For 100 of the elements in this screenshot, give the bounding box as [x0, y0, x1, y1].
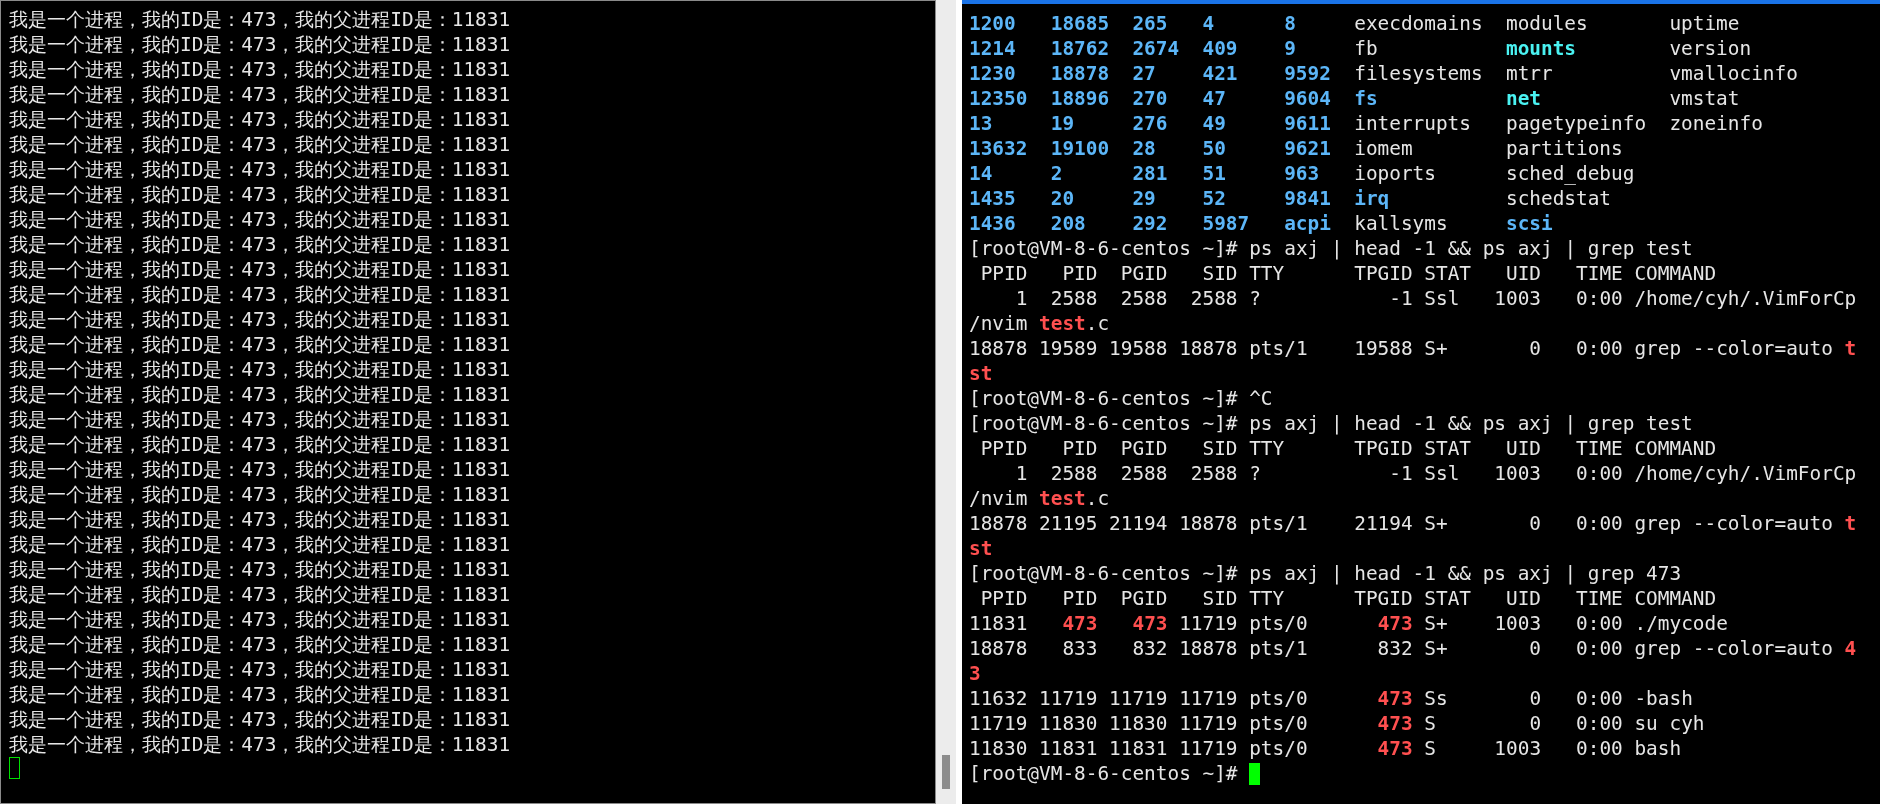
terminal-line: [root@VM-8-6-centos ~]# ps axj | head -1 && ps axj | grep 473 — [969, 561, 1683, 586]
output-line: 我是一个进程，我的ID是：473，我的父进程ID是：11831 — [9, 432, 512, 457]
terminal-line: PPID PID PGID SID TTY TPGID STAT UID TIME COMMAND — [979, 586, 1718, 611]
directory-name: 47 — [1202, 86, 1226, 111]
output-line: 我是一个进程，我的ID是：473，我的父进程ID是：11831 — [9, 482, 512, 507]
scrollbar-thumb[interactable] — [942, 755, 950, 789]
file-name: sched_debug — [1505, 161, 1635, 186]
file-name: pagetypeinfo — [1505, 111, 1647, 136]
file-name: partitions — [1505, 136, 1623, 161]
output-line: 我是一个进程，我的ID是：473，我的父进程ID是：11831 — [9, 207, 512, 232]
file-name: fb — [1354, 36, 1378, 61]
directory-name: 265 — [1132, 11, 1168, 36]
directory-name: irq — [1354, 186, 1390, 211]
directory-name: 19 — [1050, 111, 1075, 136]
file-name: interrupts — [1354, 111, 1471, 136]
symlink-name: net — [1505, 86, 1541, 111]
directory-name: fs — [1354, 86, 1378, 111]
output-line: 我是一个进程，我的ID是：473，我的父进程ID是：11831 — [9, 457, 512, 482]
directory-name: 27 — [1132, 61, 1156, 86]
directory-name: 1435 — [969, 186, 1016, 211]
output-line: 我是一个进程，我的ID是：473，我的父进程ID是：11831 — [9, 707, 512, 732]
output-line: 我是一个进程，我的ID是：473，我的父进程ID是：11831 — [9, 557, 512, 582]
terminal-line: PPID PID PGID SID TTY TPGID STAT UID TIME COMMAND — [979, 436, 1718, 461]
directory-name: 52 — [1202, 186, 1226, 211]
terminal-line: st — [969, 536, 994, 561]
shell-prompt: [root@VM-8-6-centos ~]# — [969, 761, 1239, 786]
directory-name: 28 — [1132, 136, 1156, 161]
directory-name: 13632 — [969, 136, 1028, 161]
terminal-line: PPID PID PGID SID TTY TPGID STAT UID TIME COMMAND — [979, 261, 1718, 286]
directory-name: 9621 — [1284, 136, 1331, 161]
directory-name: 13 — [969, 111, 993, 136]
output-line: 我是一个进程，我的ID是：473，我的父进程ID是：11831 — [9, 332, 512, 357]
directory-name: 8 — [1284, 11, 1296, 36]
directory-name: 409 — [1202, 36, 1238, 61]
scrollbar[interactable] — [936, 0, 956, 804]
directory-name: 12350 — [969, 86, 1028, 111]
terminal-line: 11632 11719 11719 11719 pts/0 473 Ss 0 0:00 -bash — [969, 686, 1694, 711]
directory-name: 1230 — [969, 61, 1016, 86]
directory-name: 292 — [1132, 211, 1168, 236]
directory-name: 963 — [1284, 161, 1320, 186]
output-line: 我是一个进程，我的ID是：473，我的父进程ID是：11831 — [9, 32, 512, 57]
file-name: modules — [1505, 11, 1588, 36]
terminal-line: /nvim test.c — [969, 311, 1111, 336]
directory-name: 208 — [1050, 211, 1086, 236]
file-name: schedstat — [1505, 186, 1612, 211]
file-name: mtrr — [1505, 61, 1553, 86]
output-line: 我是一个进程，我的ID是：473，我的父进程ID是：11831 — [9, 157, 512, 182]
output-line: 我是一个进程，我的ID是：473，我的父进程ID是：11831 — [9, 132, 512, 157]
output-line: 我是一个进程，我的ID是：473，我的父进程ID是：11831 — [9, 7, 512, 32]
terminal-line: [root@VM-8-6-centos ~]# ps axj | head -1 && ps axj | grep test — [969, 236, 1694, 261]
terminal-line: 18878 21195 21194 18878 pts/1 21194 S+ 0 0:00 grep --color=auto t — [969, 511, 1858, 536]
directory-name: 9611 — [1284, 111, 1331, 136]
output-line: 我是一个进程，我的ID是：473，我的父进程ID是：11831 — [9, 657, 512, 682]
terminal-line: 3 — [969, 661, 982, 686]
terminal-line: 1 2588 2588 2588 ? -1 Ssl 1003 0:00 /home/cyh/.VimForCp — [1014, 461, 1858, 486]
file-name: zoneinfo — [1669, 111, 1763, 136]
output-line: 我是一个进程，我的ID是：473，我的父进程ID是：11831 — [9, 382, 512, 407]
directory-name: 18685 — [1050, 11, 1110, 36]
terminal-line: 11719 11830 11830 11719 pts/0 473 S 0 0:00 su cyh — [969, 711, 1706, 736]
terminal-line: 11830 11831 11831 11719 pts/0 473 S 1003 0:00 bash — [969, 736, 1683, 761]
output-line: 我是一个进程，我的ID是：473，我的父进程ID是：11831 — [9, 282, 512, 307]
directory-name: acpi — [1284, 211, 1331, 236]
directory-name: 281 — [1132, 161, 1168, 186]
file-name: vmallocinfo — [1669, 61, 1798, 86]
directory-name: 1200 — [969, 11, 1016, 36]
directory-name: 9592 — [1284, 61, 1331, 86]
terminal-line: 18878 833 832 18878 pts/1 832 S+ 0 0:00 grep --color=auto 4 — [969, 636, 1858, 661]
output-line: 我是一个进程，我的ID是：473，我的父进程ID是：11831 — [9, 357, 512, 382]
file-name: version — [1669, 36, 1752, 61]
terminal-line: 1 2588 2588 2588 ? -1 Ssl 1003 0:00 /home/cyh/.VimForCp — [1014, 286, 1858, 311]
output-line: 我是一个进程，我的ID是：473，我的父进程ID是：11831 — [9, 507, 512, 532]
output-line: 我是一个进程，我的ID是：473，我的父进程ID是：11831 — [9, 182, 512, 207]
directory-name: 18896 — [1050, 86, 1110, 111]
directory-name: 2 — [1050, 161, 1063, 186]
directory-name: 276 — [1132, 111, 1168, 136]
directory-name: 9841 — [1284, 186, 1331, 211]
output-line: 我是一个进程，我的ID是：473，我的父进程ID是：11831 — [9, 607, 512, 632]
output-line: 我是一个进程，我的ID是：473，我的父进程ID是：11831 — [9, 532, 512, 557]
directory-name: 2674 — [1132, 36, 1180, 61]
directory-name: 14 — [969, 161, 993, 186]
output-line: 我是一个进程，我的ID是：473，我的父进程ID是：11831 — [9, 232, 512, 257]
output-line: 我是一个进程，我的ID是：473，我的父进程ID是：11831 — [9, 307, 512, 332]
directory-name: 1214 — [969, 36, 1016, 61]
file-name: execdomains — [1354, 11, 1483, 36]
directory-name: 1436 — [969, 211, 1016, 236]
output-line: 我是一个进程，我的ID是：473，我的父进程ID是：11831 — [9, 407, 512, 432]
file-name: iomem — [1354, 136, 1413, 161]
output-line: 我是一个进程，我的ID是：473，我的父进程ID是：11831 — [9, 57, 512, 82]
directory-name: 421 — [1202, 61, 1238, 86]
terminal-line: 18878 19589 19588 18878 pts/1 19588 S+ 0 0:00 grep --color=auto t — [969, 336, 1858, 361]
directory-name: 49 — [1202, 111, 1226, 136]
directory-name: 18762 — [1050, 36, 1110, 61]
directory-name: 20 — [1050, 186, 1075, 211]
directory-name: scsi — [1505, 211, 1553, 236]
output-line: 我是一个进程，我的ID是：473，我的父进程ID是：11831 — [9, 732, 512, 757]
directory-name: 51 — [1202, 161, 1226, 186]
file-name: vmstat — [1669, 86, 1740, 111]
directory-name: 9 — [1284, 36, 1296, 61]
directory-name: 4 — [1202, 11, 1215, 36]
directory-name: 19100 — [1050, 136, 1110, 161]
